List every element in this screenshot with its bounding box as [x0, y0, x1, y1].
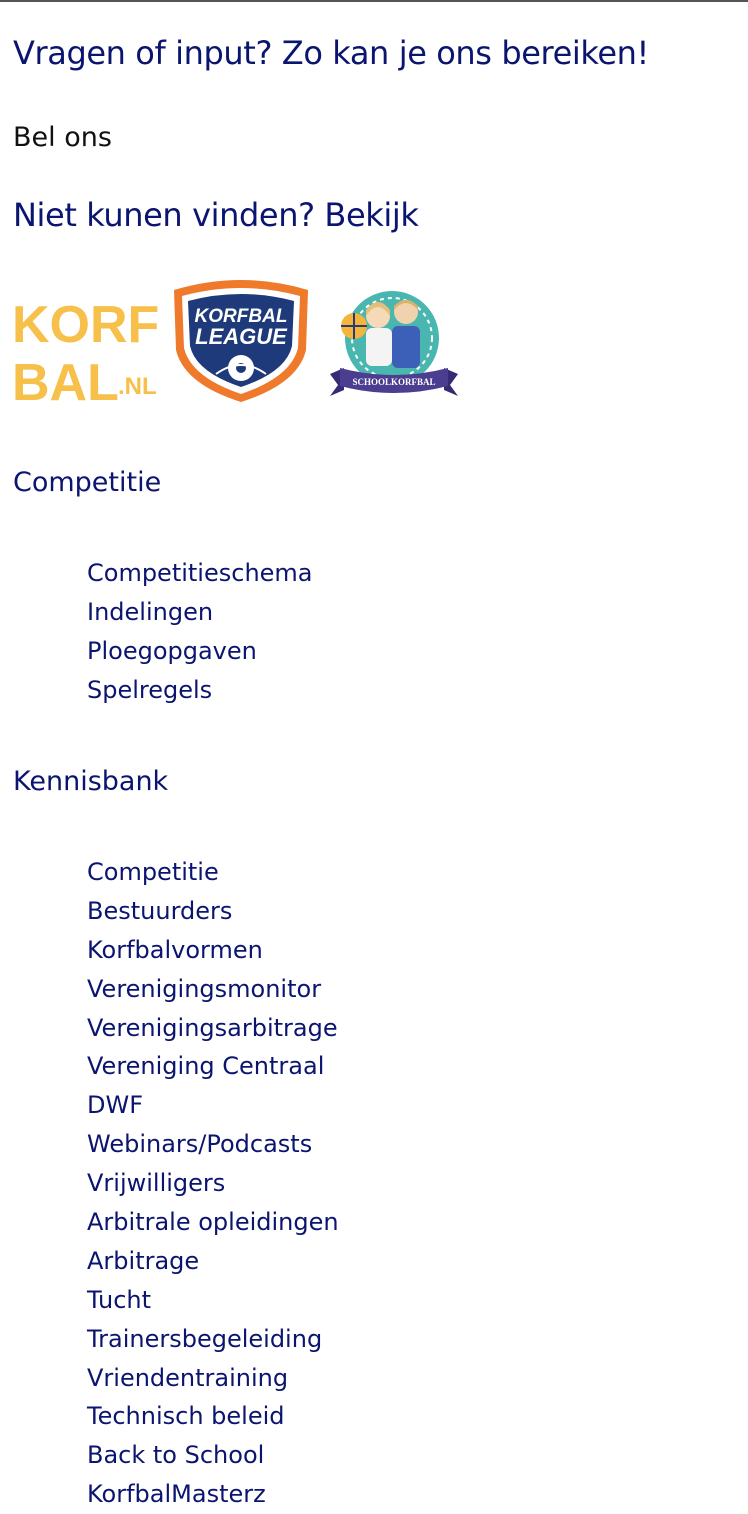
kennisbank-link[interactable]: Vereniging Centraal — [87, 1047, 339, 1086]
kennisbank-link-text[interactable]: Tucht — [87, 1286, 151, 1314]
korfbal-league-line2: LEAGUE — [195, 324, 288, 349]
competitie-link[interactable]: Indelingen — [87, 593, 313, 632]
kennisbank-link-text[interactable]: DWF — [87, 1091, 143, 1119]
kennisbank-link[interactable]: Verenigingsmonitor — [87, 970, 339, 1009]
kennisbank-link[interactable]: Trainersbegeleiding — [87, 1320, 339, 1359]
kennisbank-link-text[interactable]: Technisch beleid — [87, 1402, 285, 1430]
competitie-title: Competitie — [13, 467, 162, 498]
contact-heading: Vragen of input? Zo kan je ons bereiken! — [13, 34, 649, 72]
kennisbank-link-text[interactable]: Bestuurders — [87, 897, 232, 925]
kennisbank-link[interactable]: DWF — [87, 1086, 339, 1125]
kennisbank-link-text[interactable]: Back to School — [87, 1441, 264, 1469]
kennisbank-link-text[interactable]: Verenigingsmonitor — [87, 975, 321, 1003]
kennisbank-link-text[interactable]: Arbitrale opleidingen — [87, 1208, 339, 1236]
korfbal-nl-logo-line1: KORF — [12, 296, 159, 354]
korfbal-nl-logo-suffix: .NL — [118, 373, 157, 400]
schoolkorfbal-label: SCHOOLKORFBAL — [352, 377, 435, 387]
kennisbank-link[interactable]: Arbitrale opleidingen — [87, 1203, 339, 1242]
korfbal-nl-logo[interactable]: KORF BAL .NL — [12, 294, 162, 412]
kennisbank-link-text[interactable]: Competitie — [87, 858, 219, 886]
kennisbank-link-text[interactable]: Vriendentraining — [87, 1364, 288, 1392]
kennisbank-link[interactable]: Webinars/Podcasts — [87, 1125, 339, 1164]
korfbal-league-logo[interactable]: KORFBAL LEAGUE — [166, 276, 316, 404]
competitie-link[interactable]: Competitieschema — [87, 554, 313, 593]
kennisbank-link[interactable]: Korfbalvormen — [87, 931, 339, 970]
competitie-link-text[interactable]: Spelregels — [87, 676, 212, 704]
call-us-label: Bel ons — [13, 122, 112, 153]
schoolkorfbal-graphic: SCHOOLKORFBAL — [330, 291, 458, 396]
competitie-link[interactable]: Ploegopgaven — [87, 632, 313, 671]
kennisbank-link[interactable]: Tucht — [87, 1281, 339, 1320]
kennisbank-link-text[interactable]: KorfbalMasterz — [87, 1480, 266, 1508]
kennisbank-link[interactable]: Competitie — [87, 853, 339, 892]
kennisbank-link-text[interactable]: Arbitrage — [87, 1247, 199, 1275]
not-found-heading: Niet kunen vinden? Bekijk — [13, 196, 419, 234]
kennisbank-link-text[interactable]: Verenigingsarbitrage — [87, 1014, 338, 1042]
kennisbank-link[interactable]: Technisch beleid — [87, 1397, 339, 1436]
kennisbank-link-text[interactable]: Vrijwilligers — [87, 1169, 225, 1197]
kennisbank-link[interactable]: Arbitrage — [87, 1242, 339, 1281]
kennisbank-link[interactable]: Bestuurders — [87, 892, 339, 931]
kennisbank-link[interactable]: Vrijwilligers — [87, 1164, 339, 1203]
competitie-link-text[interactable]: Ploegopgaven — [87, 637, 257, 665]
kennisbank-link-text[interactable]: Webinars/Podcasts — [87, 1130, 312, 1158]
kennisbank-link-text[interactable]: Vereniging Centraal — [87, 1052, 324, 1080]
kennisbank-link[interactable]: Verenigingsarbitrage — [87, 1009, 339, 1048]
kennisbank-link[interactable]: Back to School — [87, 1436, 339, 1475]
kennisbank-link[interactable]: KorfbalMasterz — [87, 1475, 339, 1514]
competitie-link-text[interactable]: Indelingen — [87, 598, 213, 626]
kennisbank-links: Competitie Bestuurders Korfbalvormen Ver… — [87, 853, 339, 1514]
schoolkorfbal-logo[interactable]: SCHOOLKORFBAL — [328, 286, 460, 404]
kennisbank-link-text[interactable]: Korfbalvormen — [87, 936, 263, 964]
competitie-link-text[interactable]: Competitieschema — [87, 559, 313, 587]
korfbal-league-shield: KORFBAL LEAGUE — [174, 280, 308, 402]
kennisbank-title: Kennisbank — [13, 766, 169, 797]
competitie-link[interactable]: Spelregels — [87, 671, 313, 710]
competitie-links: Competitieschema Indelingen Ploegopgaven… — [87, 554, 313, 710]
korfbal-nl-logo-line2: BAL — [12, 354, 119, 406]
kennisbank-link-text[interactable]: Trainersbegeleiding — [87, 1325, 322, 1353]
kennisbank-link[interactable]: Vriendentraining — [87, 1359, 339, 1398]
korfbal-nl-logo-graphic: KORF BAL .NL — [12, 296, 159, 412]
